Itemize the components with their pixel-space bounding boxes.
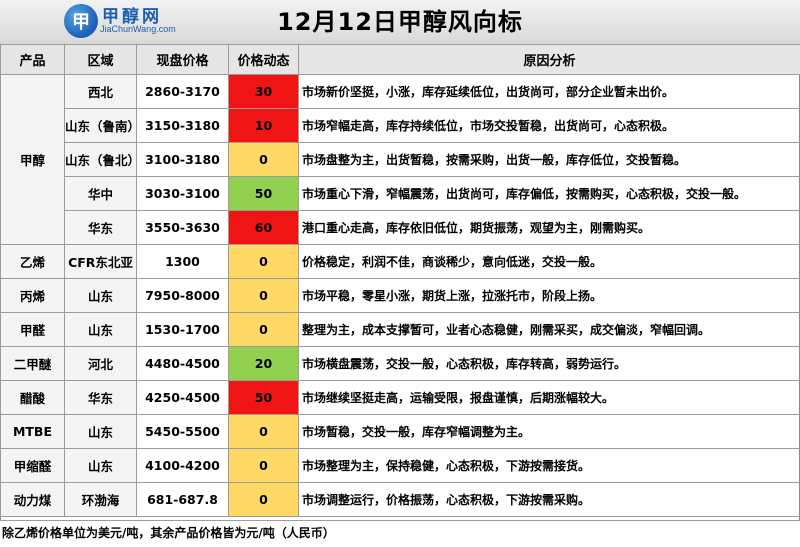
column-header-product: 产品 xyxy=(0,44,65,75)
price-cell: 4250-4500 xyxy=(136,380,229,415)
table-row: 甲醛 山东 1530-1700 0 整理为主，成本支撑暂可，业者心态稳健，刚需采… xyxy=(0,312,800,347)
analysis-cell: 市场平稳，零星小涨，期货上涨，拉涨托市，阶段上扬。 xyxy=(298,278,800,313)
change-cell: 0 xyxy=(228,278,299,313)
change-cell: 20 xyxy=(228,346,299,381)
change-cell: 50 xyxy=(228,176,299,211)
product-cell: 丙烯 xyxy=(0,278,65,313)
analysis-cell: 市场新价坚挺，小涨，库存延续低位，出货尚可，部分企业暂未出价。 xyxy=(298,74,800,109)
price-table: 产品 区域 现盘价格 价格动态 原因分析 甲醇 西北 2860-3170 30 … xyxy=(0,44,800,517)
region-cell: 西北 xyxy=(64,74,137,109)
region-cell: 华东 xyxy=(64,380,137,415)
region-cell: 山东 xyxy=(64,448,137,483)
analysis-cell: 整理为主，成本支撑暂可，业者心态稳健，刚需采买，成交偏淡，窄幅回调。 xyxy=(298,312,800,347)
analysis-cell: 价格稳定，利润不佳，商谈稀少，意向低迷，交投一般。 xyxy=(298,244,800,279)
product-cell: 甲醛 xyxy=(0,312,65,347)
region-cell: 山东（鲁南） xyxy=(64,108,137,143)
region-cell: 山东 xyxy=(64,312,137,347)
table-row: 二甲醚 河北 4480-4500 20 市场横盘震荡，交投一般，心态积极，库存转… xyxy=(0,346,800,381)
price-cell: 7950-8000 xyxy=(136,278,229,313)
price-cell: 3030-3100 xyxy=(136,176,229,211)
region-cell: CFR东北亚 xyxy=(64,244,137,279)
price-cell: 5450-5500 xyxy=(136,414,229,449)
product-cell: 动力煤 xyxy=(0,482,65,517)
price-cell: 4100-4200 xyxy=(136,448,229,483)
change-cell: 60 xyxy=(228,210,299,245)
analysis-cell: 港口重心走高，库存依旧低位，期货振荡，观望为主，刚需购买。 xyxy=(298,210,800,245)
product-cell: 甲醇 xyxy=(0,74,65,245)
change-cell: 0 xyxy=(228,244,299,279)
table-row: 甲缩醛 山东 4100-4200 0 市场整理为主，保持稳健，心态积极，下游按需… xyxy=(0,448,800,483)
change-cell: 0 xyxy=(228,448,299,483)
region-cell: 华东 xyxy=(64,210,137,245)
region-cell: 山东 xyxy=(64,414,137,449)
price-cell: 1300 xyxy=(136,244,229,279)
price-cell: 1530-1700 xyxy=(136,312,229,347)
price-cell: 681-687.8 xyxy=(136,482,229,517)
column-header-price: 现盘价格 xyxy=(136,44,229,75)
region-cell: 华中 xyxy=(64,176,137,211)
price-cell: 3150-3180 xyxy=(136,108,229,143)
page-title: 12月12日甲醇风向标 xyxy=(277,8,523,36)
table-row: 乙烯 CFR东北亚 1300 0 价格稳定，利润不佳，商谈稀少，意向低迷，交投一… xyxy=(0,244,800,279)
region-cell: 河北 xyxy=(64,346,137,381)
price-cell: 4480-4500 xyxy=(136,346,229,381)
table-row: 醋酸 华东 4250-4500 50 市场继续坚挺走高，运输受限，报盘谨慎，后期… xyxy=(0,380,800,415)
change-cell: 30 xyxy=(228,74,299,109)
product-cell: 甲缩醛 xyxy=(0,448,65,483)
change-cell: 0 xyxy=(228,312,299,347)
region-cell: 环渤海 xyxy=(64,482,137,517)
change-cell: 50 xyxy=(228,380,299,415)
table-row: 甲醇 西北 2860-3170 30 市场新价坚挺，小涨，库存延续低位，出货尚可… xyxy=(0,74,800,245)
price-cell: 3550-3630 xyxy=(136,210,229,245)
analysis-cell: 市场继续坚挺走高，运输受限，报盘谨慎，后期涨幅较大。 xyxy=(298,380,800,415)
analysis-cell: 市场调整运行，价格振荡，心态积极，下游按需采购。 xyxy=(298,482,800,517)
analysis-cell: 市场重心下滑，窄幅震荡，出货尚可，库存偏低，按需购买，心态积极，交投一般。 xyxy=(298,176,800,211)
table-row: 华东 3550-3630 60 港口重心走高，库存依旧低位，期货振荡，观望为主，… xyxy=(1,210,800,245)
change-cell: 0 xyxy=(228,414,299,449)
analysis-cell: 市场暂稳，交投一般，库存窄幅调整为主。 xyxy=(298,414,800,449)
region-cell: 山东 xyxy=(64,278,137,313)
product-cell: 二甲醚 xyxy=(0,346,65,381)
table-row: 山东（鲁北） 3100-3180 0 市场盘整为主，出货暂稳，按需采购，出货一般… xyxy=(1,142,800,177)
analysis-cell: 市场窄幅走高，库存持续低位，市场交投暂稳，出货尚可，心态积极。 xyxy=(298,108,800,143)
analysis-cell: 市场横盘震荡，交投一般，心态积极，库存转高，弱势运行。 xyxy=(298,346,800,381)
change-cell: 0 xyxy=(228,482,299,517)
table-row: 华中 3030-3100 50 市场重心下滑，窄幅震荡，出货尚可，库存偏低，按需… xyxy=(1,176,800,211)
analysis-cell: 市场整理为主，保持稳健，心态积极，下游按需接货。 xyxy=(298,448,800,483)
region-cell: 山东（鲁北） xyxy=(64,142,137,177)
column-header-change: 价格动态 xyxy=(228,44,299,75)
table-row: 丙烯 山东 7950-8000 0 市场平稳，零星小涨，期货上涨，拉涨托市，阶段… xyxy=(0,278,800,313)
product-cell: 乙烯 xyxy=(0,244,65,279)
product-cell: MTBE xyxy=(0,414,65,449)
price-cell: 2860-3170 xyxy=(136,74,229,109)
change-cell: 0 xyxy=(228,142,299,177)
product-cell: 醋酸 xyxy=(0,380,65,415)
column-header-region: 区域 xyxy=(64,44,137,75)
header-bar: 甲 甲醇网 JiaChunWang.com 12月12日甲醇风向标 xyxy=(0,0,800,45)
column-header-analysis: 原因分析 xyxy=(298,44,800,75)
footnote: 除乙烯价格单位为美元/吨，其余产品价格皆为元/吨（人民币） xyxy=(0,520,800,547)
table-row: 山东（鲁南） 3150-3180 10 市场窄幅走高，库存持续低位，市场交投暂稳… xyxy=(1,108,800,143)
table-header-row: 产品 区域 现盘价格 价格动态 原因分析 xyxy=(0,44,800,75)
table-row: 动力煤 环渤海 681-687.8 0 市场调整运行，价格振荡，心态积极，下游按… xyxy=(0,482,800,517)
price-cell: 3100-3180 xyxy=(136,142,229,177)
change-cell: 10 xyxy=(228,108,299,143)
table-row: MTBE 山东 5450-5500 0 市场暂稳，交投一般，库存窄幅调整为主。 xyxy=(0,414,800,449)
analysis-cell: 市场盘整为主，出货暂稳，按需采购，出货一般，库存低位，交投暂稳。 xyxy=(298,142,800,177)
